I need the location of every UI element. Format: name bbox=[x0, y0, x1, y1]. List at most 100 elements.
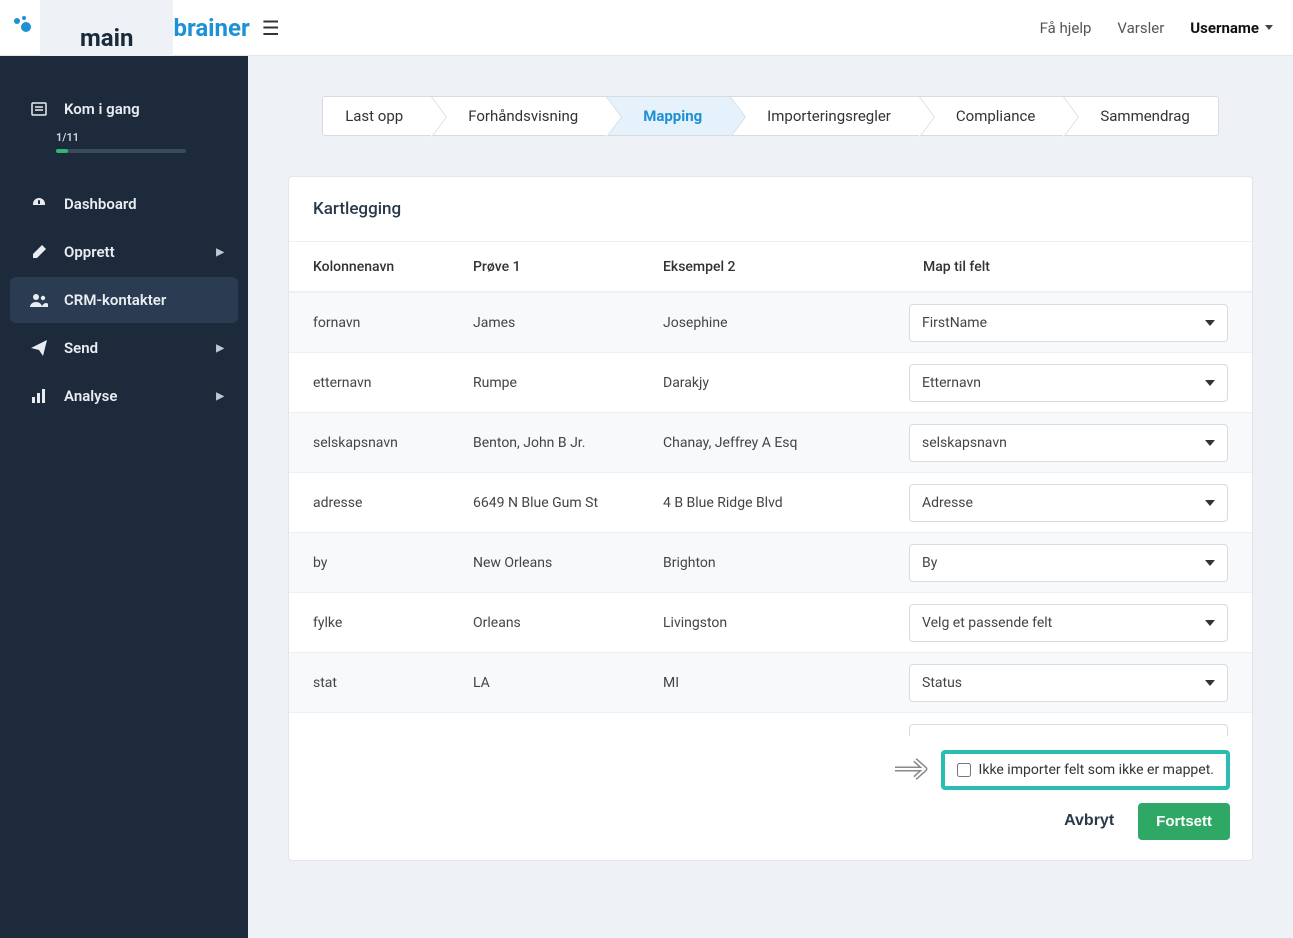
dont-import-unmapped-checkbox[interactable] bbox=[957, 763, 971, 777]
map-field-select[interactable]: By bbox=[909, 544, 1228, 582]
logo-text-brainer: brainer bbox=[173, 14, 249, 42]
alerts-link[interactable]: Varsler bbox=[1117, 19, 1164, 37]
chevron-right-icon: ▶ bbox=[216, 343, 224, 354]
cell-column-name: selskapsnavn bbox=[299, 435, 459, 451]
select-value: Velg et passende felt bbox=[922, 615, 1052, 631]
user-menu[interactable]: Username bbox=[1190, 19, 1273, 37]
sidebar-item-analyse[interactable]: Analyse ▶ bbox=[10, 373, 238, 419]
cell-column-name: etternavn bbox=[299, 375, 459, 391]
checkbox-label: Ikke importer felt som ikke er mappet. bbox=[979, 762, 1214, 778]
wizard-step-summary[interactable]: Sammendrag bbox=[1064, 96, 1218, 136]
wizard-step-preview[interactable]: Forhåndsvisning bbox=[432, 96, 607, 136]
caret-down-icon bbox=[1205, 560, 1215, 566]
header-sample-1: Prøve 1 bbox=[459, 259, 649, 275]
caret-down-icon bbox=[1205, 620, 1215, 626]
cell-column-name: fornavn bbox=[299, 315, 459, 331]
topbar: mainbrainer ☰ Få hjelp Varsler Username bbox=[0, 0, 1293, 56]
continue-button[interactable]: Fortsett bbox=[1138, 803, 1230, 840]
gauge-icon bbox=[30, 196, 48, 212]
map-field-select[interactable]: selskapsnavn bbox=[909, 424, 1228, 462]
logo-dots-icon bbox=[12, 14, 34, 42]
wizard-step-upload[interactable]: Last opp bbox=[322, 96, 432, 136]
select-value: Status bbox=[922, 675, 962, 691]
select-value: FirstName bbox=[922, 315, 987, 331]
cell-sample-2: Brighton bbox=[649, 555, 909, 571]
select-value: By bbox=[922, 555, 937, 571]
sidebar-item-label: Analyse bbox=[64, 387, 117, 405]
cell-sample-2: Josephine bbox=[649, 315, 909, 331]
wizard-steps: Last opp Forhåndsvisning Mapping Importe… bbox=[288, 96, 1253, 136]
main-content: Last opp Forhåndsvisning Mapping Importe… bbox=[248, 56, 1293, 938]
header-map-to: Map til felt bbox=[909, 259, 1228, 275]
cell-sample-1: LA bbox=[459, 675, 649, 691]
sidebar: Kom i gang 1/11 Dashboard Opprett ▶ CRM-… bbox=[0, 56, 248, 938]
card-footer: Ikke importer felt som ikke er mappet. A… bbox=[289, 736, 1252, 860]
map-field-select[interactable]: Velg et passende felt bbox=[909, 604, 1228, 642]
table-row: fornavn James Josephine FirstName bbox=[289, 292, 1252, 352]
cell-sample-1: Rumpe bbox=[459, 375, 649, 391]
caret-down-icon bbox=[1205, 380, 1215, 386]
header-column-name: Kolonnenavn bbox=[299, 259, 459, 275]
caret-down-icon bbox=[1205, 680, 1215, 686]
cell-column-name: fylke bbox=[299, 615, 459, 631]
cell-column-name: adresse bbox=[299, 495, 459, 511]
table-row: etternavn Rumpe Darakjy Etternavn bbox=[289, 352, 1252, 412]
table-row: adresse 6649 N Blue Gum St 4 B Blue Ridg… bbox=[289, 472, 1252, 532]
map-field-select[interactable]: Etternavn bbox=[909, 364, 1228, 402]
cell-sample-2: 4 B Blue Ridge Blvd bbox=[649, 495, 909, 511]
table-row: stat LA MI Status bbox=[289, 652, 1252, 712]
sidebar-item-create[interactable]: Opprett ▶ bbox=[10, 229, 238, 275]
caret-down-icon bbox=[1265, 25, 1273, 30]
map-field-select[interactable]: FirstName bbox=[909, 304, 1228, 342]
progress-text: 1/11 bbox=[56, 131, 79, 144]
pencil-icon bbox=[30, 244, 48, 260]
wizard-step-import-rules[interactable]: Importeringsregler bbox=[731, 96, 920, 136]
chevron-right-icon: ▶ bbox=[216, 391, 224, 402]
wizard-step-mapping[interactable]: Mapping bbox=[607, 96, 731, 136]
cell-sample-2: Chanay, Jeffrey A Esq bbox=[649, 435, 909, 451]
mapping-card: Kartlegging Kolonnenavn Prøve 1 Eksempel… bbox=[288, 176, 1253, 861]
select-value: Etternavn bbox=[922, 375, 981, 391]
dont-import-unmapped-row[interactable]: Ikke importer felt som ikke er mappet. bbox=[941, 750, 1230, 790]
caret-down-icon bbox=[1205, 440, 1215, 446]
select-value: Adresse bbox=[922, 495, 973, 511]
cell-sample-1: New Orleans bbox=[459, 555, 649, 571]
table-row: selskapsnavn Benton, John B Jr. Chanay, … bbox=[289, 412, 1252, 472]
help-link[interactable]: Få hjelp bbox=[1040, 19, 1092, 37]
sidebar-item-dashboard[interactable]: Dashboard bbox=[10, 181, 238, 227]
sidebar-item-label: Send bbox=[64, 339, 98, 357]
callout-arrow-icon bbox=[895, 756, 939, 786]
cancel-button[interactable]: Avbryt bbox=[1052, 802, 1126, 840]
table-scroll[interactable]: fornavn James Josephine FirstName ettern… bbox=[289, 291, 1252, 736]
sidebar-item-label: CRM-kontakter bbox=[64, 291, 166, 309]
caret-down-icon bbox=[1205, 500, 1215, 506]
wizard-step-compliance[interactable]: Compliance bbox=[920, 96, 1064, 136]
table-row: by New Orleans Brighton By bbox=[289, 532, 1252, 592]
map-field-select[interactable]: Glidelås bbox=[909, 724, 1228, 737]
paper-plane-icon bbox=[30, 340, 48, 356]
cell-sample-2: Darakjy bbox=[649, 375, 909, 391]
cell-column-name: stat bbox=[299, 675, 459, 691]
cell-sample-1: James bbox=[459, 315, 649, 331]
cell-sample-2: MI bbox=[649, 675, 909, 691]
cell-sample-2: Livingston bbox=[649, 615, 909, 631]
cell-sample-1: Orleans bbox=[459, 615, 649, 631]
sidebar-item-label: Opprett bbox=[64, 243, 115, 261]
caret-down-icon bbox=[1205, 320, 1215, 326]
table-row: glidelås 70116 48116 Glidelås bbox=[289, 712, 1252, 736]
sidebar-item-getting-started[interactable]: Kom i gang bbox=[10, 86, 238, 132]
sidebar-item-label: Kom i gang bbox=[64, 100, 140, 118]
chart-icon bbox=[30, 388, 48, 404]
map-field-select[interactable]: Status bbox=[909, 664, 1228, 702]
sidebar-item-label: Dashboard bbox=[64, 195, 137, 213]
table-row: fylke Orleans Livingston Velg et passend… bbox=[289, 592, 1252, 652]
table-header: Kolonnenavn Prøve 1 Eksempel 2 Map til f… bbox=[289, 241, 1252, 291]
sidebar-item-send[interactable]: Send ▶ bbox=[10, 325, 238, 371]
username-label: Username bbox=[1190, 19, 1259, 37]
menu-toggle-icon[interactable]: ☰ bbox=[262, 16, 280, 40]
map-field-select[interactable]: Adresse bbox=[909, 484, 1228, 522]
sidebar-item-crm-contacts[interactable]: CRM-kontakter bbox=[10, 277, 238, 323]
select-value: selskapsnavn bbox=[922, 435, 1007, 451]
cell-sample-1: Benton, John B Jr. bbox=[459, 435, 649, 451]
header-sample-2: Eksempel 2 bbox=[649, 259, 909, 275]
